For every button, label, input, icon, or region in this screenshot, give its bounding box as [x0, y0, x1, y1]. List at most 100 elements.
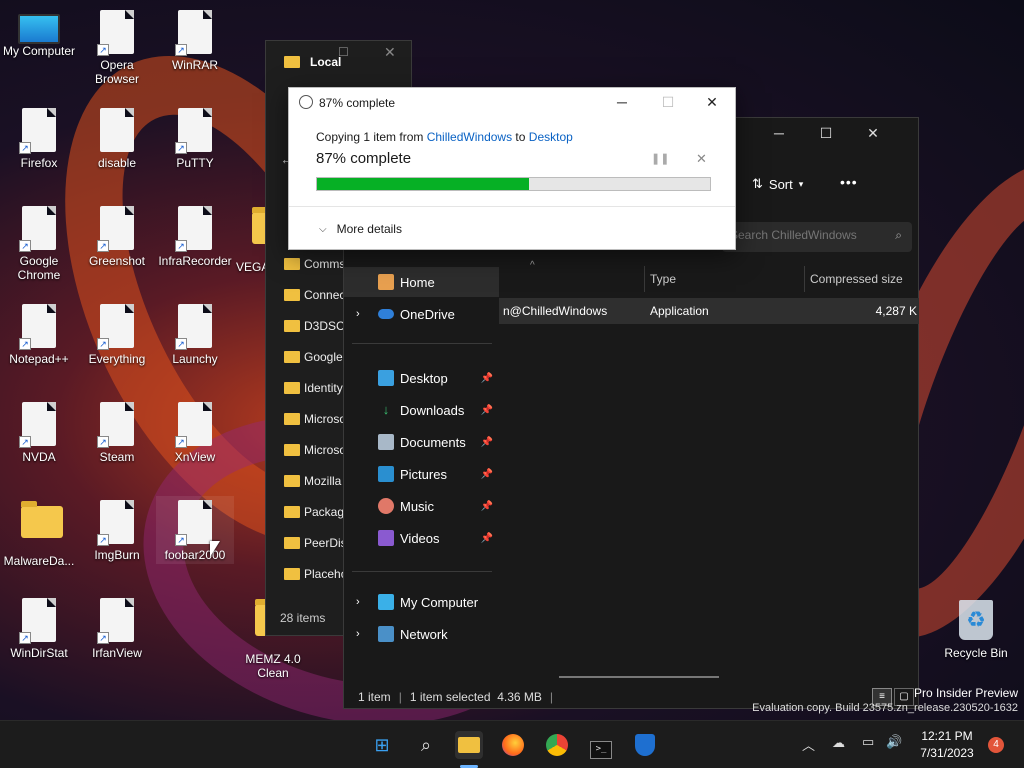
desktop-icon-everything[interactable]: ↗ Everything — [78, 304, 156, 366]
notification-badge[interactable]: 4 — [988, 737, 1004, 753]
list-item[interactable]: Identity — [284, 376, 343, 400]
desktop-icon-malwaredata[interactable]: MalwareDa... — [0, 500, 78, 568]
desktop-icon-irfanview[interactable]: ↗ IrfanView — [78, 598, 156, 660]
volume-icon[interactable]: 🔊 — [886, 734, 902, 750]
desktop-icon-imgburn[interactable]: ↗ ImgBurn — [78, 500, 156, 562]
cloud-off-icon[interactable]: ☁ — [832, 735, 845, 751]
pin-icon[interactable]: 📌 — [481, 437, 493, 448]
start-button[interactable]: ⊞ — [368, 731, 396, 759]
maximize-icon[interactable]: ☐ — [338, 45, 349, 59]
cancel-icon[interactable]: ✕ — [696, 151, 707, 167]
icon-label: Everything — [88, 352, 146, 366]
list-item[interactable]: Packag — [284, 500, 344, 524]
minimize-icon[interactable]: ─ — [756, 118, 802, 148]
list-item[interactable]: Placeho — [284, 562, 347, 586]
nav-item-onedrive[interactable]: › OneDrive — [344, 299, 499, 329]
terminal-taskbar-button[interactable]: >_ — [587, 731, 615, 759]
file-explorer-taskbar-button[interactable] — [455, 731, 483, 759]
folder-icon — [284, 320, 300, 332]
list-item[interactable]: PeerDis — [284, 531, 347, 555]
desktop-icon-disable[interactable]: disable — [78, 108, 156, 170]
desktop-icon-notepadpp[interactable]: ↗ Notepad++ — [0, 304, 78, 366]
search-box[interactable]: ⌕ — [722, 222, 912, 252]
status-separator: | — [398, 690, 402, 704]
nav-item-my-computer[interactable]: › My Computer — [344, 587, 499, 617]
minimize-icon[interactable]: ─ — [599, 88, 645, 116]
list-item[interactable]: Google — [284, 345, 343, 369]
close-icon[interactable]: ✕ — [850, 118, 896, 148]
desktop-icon-firefox[interactable]: ↗ Firefox — [0, 108, 78, 170]
desktop-icon-nvda[interactable]: ↗ NVDA — [0, 402, 78, 464]
source-link[interactable]: ChilledWindows — [427, 130, 512, 144]
nav-item-music[interactable]: Music 📌 — [344, 491, 499, 521]
search-input[interactable] — [730, 228, 878, 242]
table-row[interactable]: n@ChilledWindows Application 4,287 K — [499, 298, 919, 324]
desktop-icon-putty[interactable]: ↗ PuTTY — [156, 108, 234, 170]
list-item[interactable]: D3DSCa — [284, 314, 351, 338]
chevron-up-icon[interactable]: ︿ — [802, 735, 815, 754]
folder-icon — [284, 351, 300, 363]
column-divider — [804, 266, 805, 292]
desktop-icon-launchy[interactable]: ↗ Launchy — [156, 304, 234, 366]
desktop-icon-foobar2000[interactable]: ↗ foobar2000 — [156, 496, 234, 564]
horizontal-scrollbar[interactable] — [559, 676, 719, 678]
nav-item-home[interactable]: Home — [344, 267, 499, 297]
list-item[interactable]: Mozilla — [284, 469, 341, 493]
clock[interactable]: 12:21 PM 7/31/2023 — [914, 729, 980, 760]
nav-label: Network — [400, 626, 448, 642]
list-item[interactable]: Connec — [284, 283, 345, 307]
nav-item-documents[interactable]: Documents 📌 — [344, 427, 499, 457]
list-item[interactable]: Microso — [284, 438, 346, 462]
nav-item-videos[interactable]: Videos 📌 — [344, 523, 499, 553]
pause-icon[interactable]: ❚❚ — [651, 152, 669, 165]
maximize-icon[interactable]: ☐ — [803, 118, 849, 148]
more-details-button[interactable]: ⌵ More details — [319, 222, 402, 236]
pin-icon[interactable]: 📌 — [481, 533, 493, 544]
to-text: to — [512, 130, 529, 144]
desktop-icon-windirstat[interactable]: ↗ WinDirStat — [0, 598, 78, 660]
firefox-icon — [502, 734, 524, 756]
list-item[interactable]: Microso — [284, 407, 346, 431]
pin-icon[interactable]: 📌 — [481, 501, 493, 512]
more-options-button[interactable]: ••• — [840, 174, 858, 190]
icon-label: WinRAR — [171, 58, 218, 72]
desktop-icon-chrome[interactable]: ↗ Google Chrome — [0, 206, 78, 282]
pictures-icon — [378, 466, 394, 482]
close-icon[interactable]: ✕ — [689, 88, 735, 116]
desktop-icon-winrar[interactable]: ↗ WinRAR — [156, 10, 234, 72]
chrome-taskbar-button[interactable] — [543, 731, 571, 759]
icon-label: disable — [97, 156, 137, 170]
icon-label: MEMZ 4.0 Clean — [245, 652, 301, 680]
nav-item-pictures[interactable]: Pictures 📌 — [344, 459, 499, 489]
pin-icon[interactable]: 📌 — [481, 469, 493, 480]
folder-name: Mozilla — [304, 474, 342, 488]
destination-link[interactable]: Desktop — [529, 130, 573, 144]
search-icon[interactable]: ⌕ — [895, 228, 902, 243]
firefox-taskbar-button[interactable] — [499, 731, 527, 759]
network-icon[interactable]: ▭ — [862, 734, 874, 750]
nav-item-desktop[interactable]: Desktop 📌 — [344, 363, 499, 393]
desktop-icon-opera[interactable]: ↗ Opera Browser — [78, 10, 156, 86]
home-icon — [378, 274, 394, 290]
desktop-icon-recycle-bin[interactable]: ♻ Recycle Bin — [936, 598, 1016, 660]
desktop-icon-infrarecorder[interactable]: ↗ InfraRecorder — [156, 206, 234, 268]
nav-item-network[interactable]: › Network — [344, 619, 499, 649]
pin-icon[interactable]: 📌 — [481, 405, 493, 416]
defender-taskbar-button[interactable] — [631, 731, 659, 759]
desktop-icon-steam[interactable]: ↗ Steam — [78, 402, 156, 464]
status-separator: | — [549, 690, 554, 704]
column-header-compressed-size[interactable]: Compressed size — [810, 272, 903, 286]
desktop-icon-my-computer[interactable]: My Computer — [0, 10, 78, 58]
desktop-icon-greenshot[interactable]: ↗ Greenshot — [78, 206, 156, 268]
folder-name: Connec — [304, 288, 346, 302]
column-header-type[interactable]: Type — [650, 272, 676, 286]
nav-item-downloads[interactable]: ↓ Downloads 📌 — [344, 395, 499, 425]
icon-label: Firefox — [20, 156, 58, 170]
copy-progress-dialog[interactable]: 87% complete ─ ☐ ✕ Copying 1 item from C… — [288, 87, 736, 250]
close-icon[interactable]: ✕ — [384, 44, 396, 61]
desktop-icon-xnview[interactable]: ↗ XnView — [156, 402, 234, 464]
search-icon[interactable]: ⌕ — [412, 731, 440, 759]
pin-icon[interactable]: 📌 — [481, 373, 493, 384]
sort-button[interactable]: ⇅ Sort ▾ — [752, 176, 803, 192]
list-item[interactable]: Comms — [284, 252, 345, 276]
